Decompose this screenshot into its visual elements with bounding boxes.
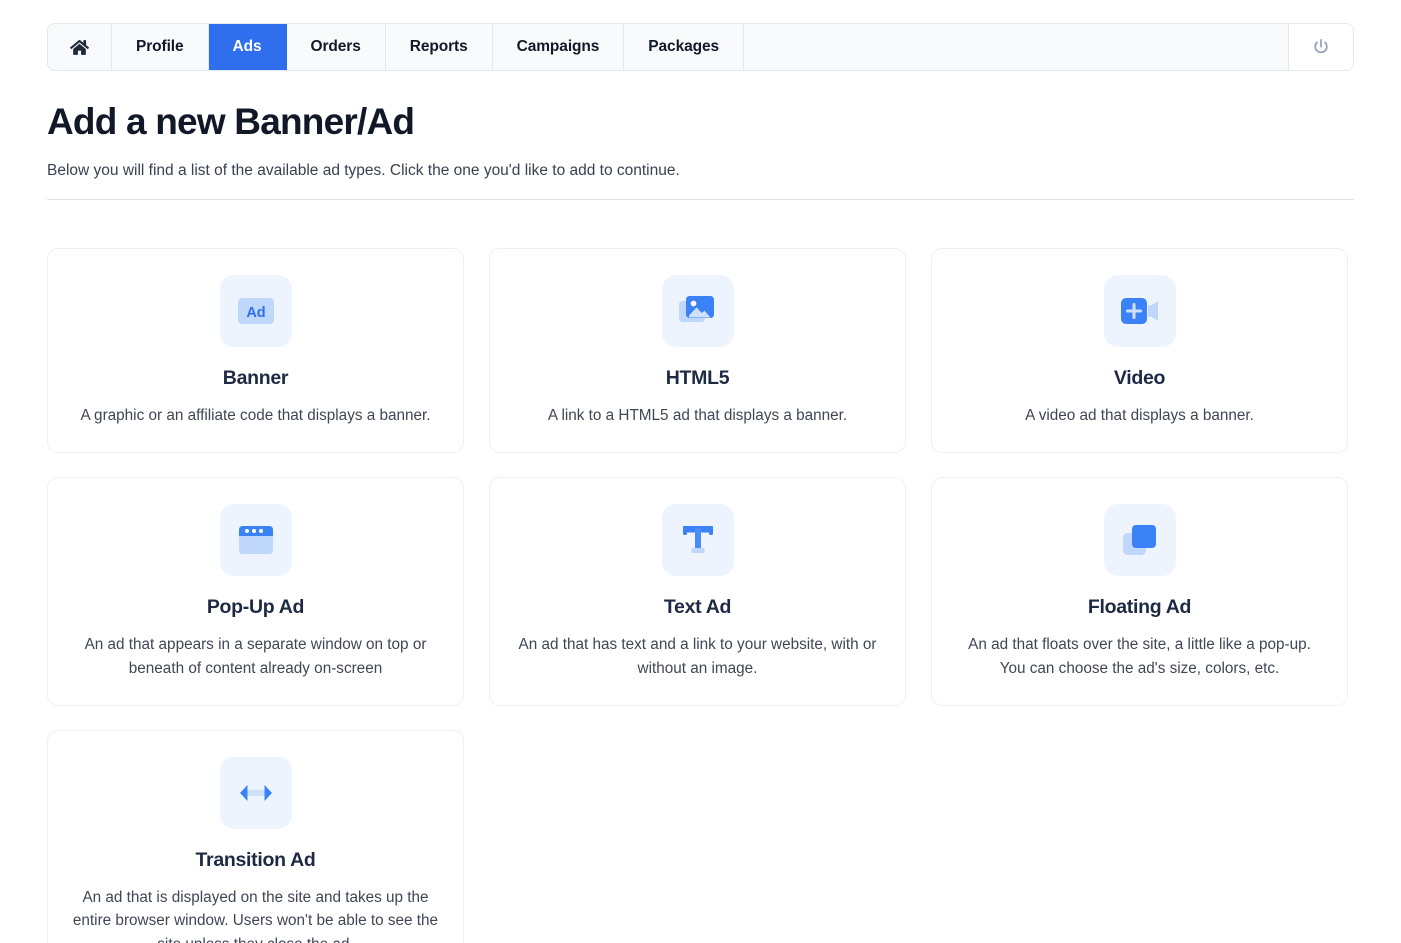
nav-item-reports[interactable]: Reports [385, 24, 493, 70]
page-root: Profile Ads Orders Reports Campaigns Pac… [0, 0, 1401, 943]
ad-type-card-transition[interactable]: Transition Ad An ad that is displayed on… [47, 729, 464, 943]
page-title: Add a new Banner/Ad [47, 101, 415, 142]
card-title: Transition Ad [195, 848, 316, 871]
card-description: A link to a HTML5 ad that displays a ban… [547, 407, 848, 424]
nav-item-home[interactable] [48, 24, 112, 70]
icon-tile: Ad [219, 275, 292, 347]
card-title: Text Ad [663, 595, 732, 618]
icon-tile [219, 756, 292, 829]
ad-badge-icon: Ad [237, 297, 274, 325]
card-description: An ad that is displayed on the site and … [72, 888, 439, 943]
card-description: A video ad that displays a banner. [1025, 407, 1254, 424]
card-description: A graphic or an affiliate code that disp… [80, 407, 431, 424]
nav-item-label: Campaigns [516, 38, 600, 55]
images-stack-icon [678, 294, 717, 328]
nav-item-packages[interactable]: Packages [624, 24, 745, 70]
nav-item-label: Profile [136, 38, 184, 55]
ad-type-card-popup[interactable]: Pop-Up Ad An ad that appears in a separa… [47, 476, 464, 706]
header-divider [47, 199, 1354, 200]
logout-button[interactable] [1289, 24, 1353, 70]
icon-tile [1103, 275, 1176, 347]
nav-item-ads[interactable]: Ads [208, 24, 287, 70]
nav-item-label: Reports [409, 38, 468, 55]
video-plus-icon [1120, 297, 1159, 325]
icon-tile [661, 275, 734, 347]
main-navbar: Profile Ads Orders Reports Campaigns Pac… [47, 23, 1354, 71]
icon-tile [219, 503, 292, 576]
ad-type-card-video[interactable]: Video A video ad that displays a banner. [931, 248, 1348, 453]
card-description: An ad that floats over the site, a littl… [968, 635, 1311, 677]
icon-tile [1103, 503, 1176, 576]
power-icon [1311, 37, 1331, 57]
card-title: Banner [222, 367, 289, 389]
ad-type-grid: Ad Banner A graphic or an affiliate code… [47, 248, 1354, 943]
nav-item-profile[interactable]: Profile [112, 24, 209, 70]
text-t-icon [681, 524, 715, 556]
nav-item-label: Ads [232, 38, 262, 55]
card-description: An ad that has text and a link to your w… [518, 635, 877, 677]
card-title: Floating Ad [1087, 595, 1192, 618]
svg-text:Ad: Ad [246, 305, 265, 321]
nav-item-orders[interactable]: Orders [286, 24, 386, 70]
card-title: Pop-Up Ad [206, 595, 305, 618]
icon-tile [661, 503, 734, 576]
card-description: An ad that appears in a separate window … [84, 635, 427, 677]
ad-type-card-text[interactable]: Text Ad An ad that has text and a link t… [489, 476, 906, 706]
ad-type-card-floating[interactable]: Floating Ad An ad that floats over the s… [931, 476, 1348, 706]
card-title: Video [1113, 367, 1166, 389]
nav-item-label: Orders [310, 38, 361, 55]
layers-squares-icon [1122, 524, 1157, 556]
card-title: HTML5 [665, 367, 730, 389]
ad-type-card-banner[interactable]: Ad Banner A graphic or an affiliate code… [47, 248, 464, 453]
navbar-spacer [744, 24, 1289, 70]
browser-window-icon [238, 525, 273, 555]
nav-item-campaigns[interactable]: Campaigns [492, 24, 625, 70]
arrows-left-right-icon [237, 782, 275, 804]
page-subtitle: Below you will find a list of the availa… [47, 162, 680, 179]
ad-type-card-html5[interactable]: HTML5 A link to a HTML5 ad that displays… [489, 248, 906, 453]
nav-item-label: Packages [648, 38, 720, 55]
home-icon [70, 38, 89, 57]
